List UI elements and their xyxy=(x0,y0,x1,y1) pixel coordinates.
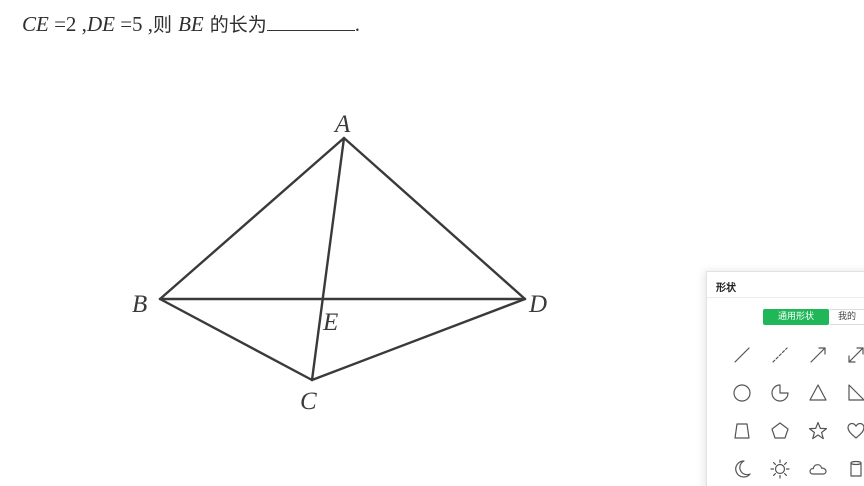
segment-bc xyxy=(158,297,314,382)
sun-icon[interactable] xyxy=(761,450,799,486)
moon-icon[interactable] xyxy=(723,450,761,486)
trapezoid-icon[interactable] xyxy=(723,412,761,450)
cylinder-icon[interactable] xyxy=(837,450,864,486)
segment-ab xyxy=(158,136,346,301)
segment-cd xyxy=(310,297,527,382)
cloud-icon[interactable] xyxy=(799,450,837,486)
point-b-label: B xyxy=(132,291,147,318)
circle-icon[interactable] xyxy=(723,374,761,412)
shape-panel: 形状 通用形状 我的 xyxy=(706,271,864,486)
shape-grid xyxy=(723,336,864,486)
segment-ac xyxy=(310,136,346,382)
line-icon[interactable] xyxy=(723,336,761,374)
point-a-label: A xyxy=(333,111,351,138)
tab-common-shapes[interactable]: 通用形状 xyxy=(763,309,829,325)
point-c-label: C xyxy=(300,388,317,415)
star-icon[interactable] xyxy=(799,412,837,450)
tab-my-shapes[interactable]: 我的 xyxy=(829,309,864,325)
point-e-label: E xyxy=(322,309,338,336)
double-arrow-icon[interactable] xyxy=(837,336,864,374)
point-d-label: D xyxy=(528,291,547,318)
segment-ad xyxy=(342,136,527,301)
arrow-icon[interactable] xyxy=(799,336,837,374)
dashed-line-icon[interactable] xyxy=(761,336,799,374)
right-triangle-icon[interactable] xyxy=(837,374,864,412)
pentagon-icon[interactable] xyxy=(761,412,799,450)
panel-title: 形状 xyxy=(716,283,736,294)
panel-divider xyxy=(707,297,864,298)
heart-icon[interactable] xyxy=(837,412,864,450)
panel-tabs: 通用形状 我的 xyxy=(763,309,864,325)
pie-icon[interactable] xyxy=(761,374,799,412)
triangle-icon[interactable] xyxy=(799,374,837,412)
